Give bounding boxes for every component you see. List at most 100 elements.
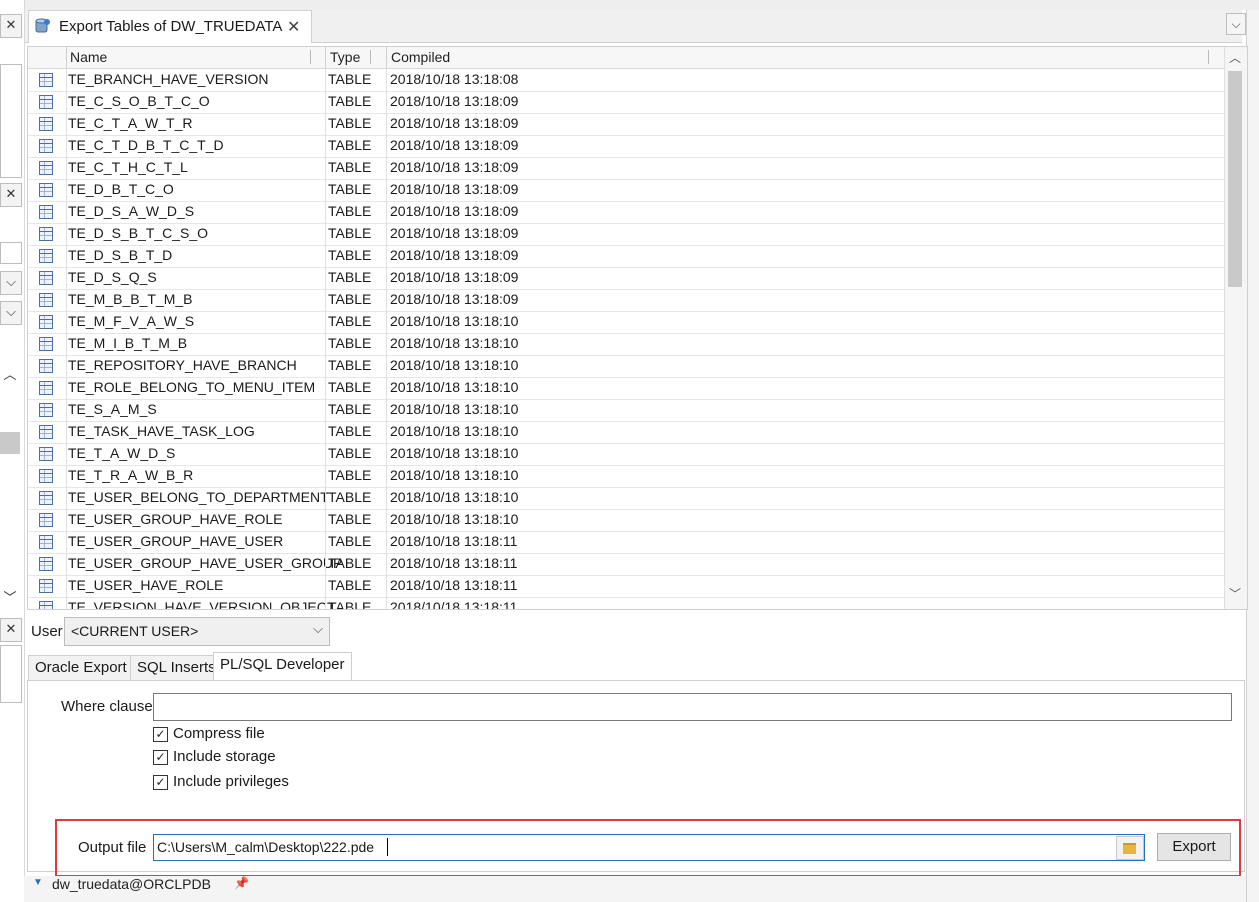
cell-name: TE_D_B_T_C_O [68, 181, 174, 197]
table-row[interactable]: TE_T_R_A_W_B_R TABLE 2018/10/18 13:18:10 [28, 465, 1224, 488]
checkbox[interactable]: ✓ [153, 750, 168, 765]
table-row[interactable]: TE_USER_BELONG_TO_DEPARTMENT TABLE 2018/10… [28, 487, 1224, 510]
cell-name: TE_REPOSITORY_HAVE_BRANCH [68, 357, 297, 373]
cell-name: TE_VERSION_HAVE_VERSION_OBJECT [68, 599, 336, 609]
cell-name: TE_M_B_B_T_M_B [68, 291, 193, 307]
pin-icon[interactable]: 📌 [234, 876, 249, 890]
column-header-type[interactable]: Type [330, 49, 360, 65]
chevron-up-icon[interactable]: ︿ [1229, 49, 1241, 66]
cell-compiled: 2018/10/18 13:18:10 [390, 445, 519, 461]
table-row[interactable]: TE_USER_GROUP_HAVE_ROLE TABLE 2018/10/18 1… [28, 509, 1224, 532]
table-row[interactable]: TE_D_B_T_C_O TABLE 2018/10/18 13:18:09 [28, 179, 1224, 202]
cell-name: TE_M_I_B_T_M_B [68, 335, 188, 351]
cell-compiled: 2018/10/18 13:18:09 [390, 159, 519, 175]
cell-name: TE_BRANCH_HAVE_VERSION [68, 71, 269, 87]
table-row[interactable]: TE_S_A_M_S TABLE 2018/10/18 13:18:10 [28, 399, 1224, 422]
triangle-down-icon[interactable]: ▼ [33, 877, 43, 888]
cell-type: TABLE [328, 555, 372, 571]
table-icon [39, 293, 53, 307]
chevron-down-icon[interactable]: ⌵ [0, 271, 22, 295]
cell-name: TE_USER_GROUP_HAVE_USER [68, 533, 284, 549]
cell-type: TABLE [328, 291, 372, 307]
cell-compiled: 2018/10/18 13:18:10 [390, 423, 519, 439]
table-row[interactable]: TE_VERSION_HAVE_VERSION_OBJECT TABLE 2018/… [28, 597, 1224, 609]
cell-type: TABLE [328, 577, 372, 593]
checkbox[interactable]: ✓ [153, 775, 168, 790]
chevron-down-icon[interactable]: ﹀ [0, 588, 20, 610]
checkbox-label: Compress file [173, 725, 265, 742]
close-icon[interactable]: ✕ [0, 14, 22, 38]
scroll-thumb[interactable] [0, 432, 20, 454]
scroll-thumb[interactable] [1228, 71, 1242, 287]
table-row[interactable]: TE_M_I_B_T_M_B TABLE 2018/10/18 13:18:10 [28, 333, 1224, 356]
left-panel-field[interactable] [0, 242, 22, 264]
cell-name: TE_T_R_A_W_B_R [68, 467, 194, 483]
column-resize-handle[interactable] [1208, 50, 1221, 64]
table-row[interactable]: TE_D_S_B_T_C_S_O TABLE 2018/10/18 13:18:09 [28, 223, 1224, 246]
connection-name[interactable]: dw_truedata@ORCLPDB [52, 876, 211, 892]
checkbox-label: Include storage [173, 748, 276, 765]
table-icon [39, 513, 53, 527]
cell-compiled: 2018/10/18 13:18:11 [390, 533, 518, 549]
table-icon [39, 447, 53, 461]
chevron-down-icon[interactable]: ⌵ [0, 301, 22, 325]
tables-grid[interactable]: Name Type Compiled TE_BRANCH_HAVE_VERSIO… [27, 46, 1248, 610]
cell-name: TE_M_F_V_A_W_S [68, 313, 195, 329]
close-icon[interactable]: ✕ [0, 618, 22, 642]
tab-plsql-developer[interactable]: PL/SQL Developer [213, 652, 352, 681]
chevron-down-icon[interactable]: ﹀ [1229, 585, 1241, 602]
cell-compiled: 2018/10/18 13:18:09 [390, 269, 519, 285]
table-row[interactable]: TE_T_A_W_D_S TABLE 2018/10/18 13:18:10 [28, 443, 1224, 466]
table-row[interactable]: TE_TASK_HAVE_TASK_LOG TABLE 2018/10/18 13:… [28, 421, 1224, 444]
cell-type: TABLE [328, 599, 372, 609]
cell-name: TE_D_S_B_T_D [68, 247, 173, 263]
table-row[interactable]: TE_M_F_V_A_W_S TABLE 2018/10/18 13:18:10 [28, 311, 1224, 334]
column-header-name[interactable]: Name [70, 49, 107, 65]
tab-list-dropdown[interactable]: ⌵ [1226, 13, 1246, 35]
user-select[interactable]: <CURRENT USER> ⌵ [64, 617, 330, 646]
table-icon [39, 403, 53, 417]
table-icon [39, 205, 53, 219]
table-row[interactable]: TE_USER_HAVE_ROLE TABLE 2018/10/18 13:18:1… [28, 575, 1224, 598]
column-header-compiled[interactable]: Compiled [391, 49, 450, 65]
table-row[interactable]: TE_C_T_D_B_T_C_T_D TABLE 2018/10/18 13:18:… [28, 135, 1224, 158]
where-clause-input[interactable] [153, 693, 1232, 721]
table-row[interactable]: TE_REPOSITORY_HAVE_BRANCH TABLE 2018/10/18… [28, 355, 1224, 378]
checkbox[interactable]: ✓ [153, 727, 168, 742]
table-icon [39, 95, 53, 109]
table-row[interactable]: TE_C_S_O_B_T_C_O TABLE 2018/10/18 13:18:09 [28, 91, 1224, 114]
column-resize-handle[interactable] [310, 50, 323, 64]
table-row[interactable]: TE_D_S_Q_S TABLE 2018/10/18 13:18:09 [28, 267, 1224, 290]
table-row[interactable]: TE_M_B_B_T_M_B TABLE 2018/10/18 13:18:09 [28, 289, 1224, 312]
chevron-down-icon: ⌵ [313, 621, 323, 636]
table-row[interactable]: TE_D_S_A_W_D_S TABLE 2018/10/18 13:18:09 [28, 201, 1224, 224]
cell-name: TE_USER_GROUP_HAVE_USER_GROUP [68, 555, 343, 571]
table-row[interactable]: TE_BRANCH_HAVE_VERSION TABLE 2018/10/18 13… [28, 69, 1224, 92]
table-icon [39, 491, 53, 505]
tab-export-tables[interactable]: Export Tables of DW_TRUEDATA ✕ [28, 10, 312, 43]
close-icon[interactable]: ✕ [287, 17, 300, 37]
cell-type: TABLE [328, 71, 372, 87]
column-resize-handle[interactable] [370, 50, 383, 64]
chevron-up-icon[interactable]: ︿ [0, 365, 20, 387]
table-row[interactable]: TE_ROLE_BELONG_TO_MENU_ITEM TABLE 2018/10/… [28, 377, 1224, 400]
table-row[interactable]: TE_D_S_B_T_D TABLE 2018/10/18 13:18:09 [28, 245, 1224, 268]
cell-compiled: 2018/10/18 13:18:09 [390, 247, 519, 263]
cell-type: TABLE [328, 357, 372, 373]
table-row[interactable]: TE_USER_GROUP_HAVE_USER_GROUP TABLE 2018/1… [28, 553, 1224, 576]
close-icon[interactable]: ✕ [0, 183, 22, 207]
tab-oracle-export[interactable]: Oracle Export [28, 655, 134, 680]
vertical-scrollbar[interactable]: ︿ ﹀ [1224, 47, 1247, 609]
cell-type: TABLE [328, 159, 372, 175]
cell-name: TE_C_T_H_C_T_L [68, 159, 188, 175]
cell-type: TABLE [328, 423, 372, 439]
cell-name: TE_S_A_M_S [68, 401, 157, 417]
tab-sql-inserts[interactable]: SQL Inserts [130, 655, 223, 680]
cell-type: TABLE [328, 533, 372, 549]
cell-name: TE_C_T_D_B_T_C_T_D [68, 137, 224, 153]
table-row[interactable]: TE_C_T_H_C_T_L TABLE 2018/10/18 13:18:09 [28, 157, 1224, 180]
table-icon [39, 359, 53, 373]
table-icon [39, 315, 53, 329]
table-row[interactable]: TE_USER_GROUP_HAVE_USER TABLE 2018/10/18 1… [28, 531, 1224, 554]
table-row[interactable]: TE_C_T_A_W_T_R TABLE 2018/10/18 13:18:09 [28, 113, 1224, 136]
